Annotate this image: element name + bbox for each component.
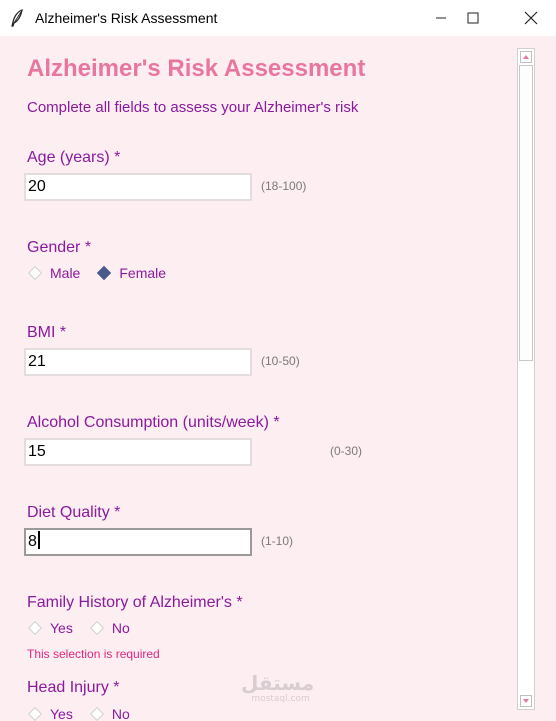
gender-label: Gender *	[27, 239, 92, 256]
text-caret	[37, 531, 40, 550]
scrollbar-thumb[interactable]	[519, 65, 533, 361]
close-icon	[524, 11, 538, 25]
family-history-no-radio[interactable]: No	[89, 620, 130, 636]
family-history-radio-group: Yes No	[27, 620, 146, 636]
head-injury-no-label: No	[111, 706, 130, 721]
alcohol-label: Alcohol Consumption (units/week) *	[27, 414, 280, 431]
maximize-button[interactable]	[450, 0, 496, 36]
radio-indicator-icon	[27, 265, 43, 281]
head-injury-yes-label: Yes	[50, 706, 73, 721]
age-input[interactable]: 20	[24, 173, 252, 201]
close-button[interactable]	[508, 0, 554, 36]
head-injury-yes-radio[interactable]: Yes	[27, 706, 73, 721]
family-history-error: This selection is required	[27, 647, 160, 661]
radio-indicator-icon	[27, 706, 43, 721]
scroll-down-button[interactable]	[520, 695, 532, 707]
family-history-no-label: No	[111, 620, 130, 636]
form-subtitle: Complete all fields to assess your Alzhe…	[27, 99, 359, 116]
alcohol-hint: (0-30)	[330, 444, 363, 458]
scroll-up-button[interactable]	[520, 51, 532, 63]
gender-male-radio[interactable]: Male	[27, 265, 80, 281]
arrow-up-icon	[523, 55, 529, 59]
alcohol-input[interactable]: 15	[24, 438, 252, 466]
family-history-label: Family History of Alzheimer's *	[27, 594, 243, 611]
feather-icon	[11, 9, 23, 27]
form-area: Alzheimer's Risk Assessment Complete all…	[0, 36, 516, 721]
gender-female-radio[interactable]: Female	[96, 265, 166, 281]
radio-indicator-icon	[27, 620, 43, 636]
radio-selected-icon	[97, 265, 112, 281]
window-title: Alzheimer's Risk Assessment	[35, 10, 218, 26]
diet-hint: (1-10)	[261, 534, 294, 548]
watermark-latin: mostaql.com	[251, 694, 310, 704]
radio-indicator-icon	[89, 620, 104, 636]
diet-label: Diet Quality *	[27, 504, 121, 521]
head-injury-label: Head Injury *	[27, 679, 120, 696]
gender-female-label: Female	[119, 265, 167, 281]
diet-input-value: 8	[28, 533, 37, 550]
age-label: Age (years) *	[27, 149, 121, 166]
diet-input[interactable]: 8	[24, 528, 252, 556]
head-injury-radio-group: Yes No	[27, 706, 146, 721]
vertical-scrollbar[interactable]	[517, 48, 535, 710]
bmi-hint: (10-50)	[261, 354, 300, 368]
title-bar: Alzheimer's Risk Assessment	[0, 0, 556, 36]
family-history-yes-label: Yes	[50, 620, 73, 636]
gender-radio-group: Male Female	[27, 265, 182, 281]
form-title: Alzheimer's Risk Assessment	[27, 55, 366, 82]
watermark-arabic: مستقل	[241, 671, 315, 695]
arrow-down-icon	[523, 699, 529, 703]
radio-indicator-icon	[89, 706, 104, 721]
bmi-label: BMI *	[27, 324, 67, 341]
head-injury-no-radio[interactable]: No	[89, 706, 130, 721]
gender-male-label: Male	[50, 265, 81, 281]
age-hint: (18-100)	[261, 179, 307, 193]
minimize-icon	[436, 17, 446, 19]
bmi-input[interactable]: 21	[24, 348, 252, 376]
maximize-icon	[467, 12, 479, 24]
family-history-yes-radio[interactable]: Yes	[27, 620, 73, 636]
watermark-logo: مستقل mostaql.com	[241, 672, 314, 704]
